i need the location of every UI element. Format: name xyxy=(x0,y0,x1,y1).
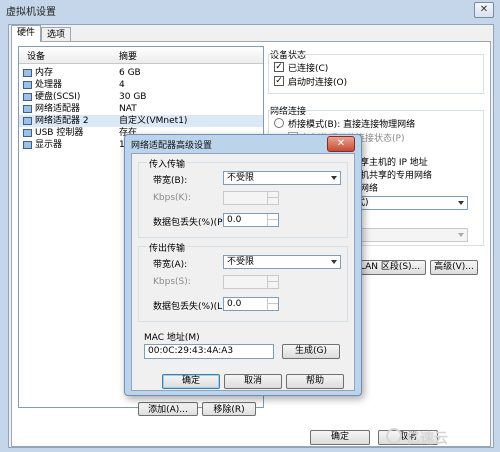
device-summary: 30 GB xyxy=(119,92,147,102)
mac-address-value: 00:0C:29:43:4A:A3 xyxy=(148,346,234,356)
outgoing-loss-spinner[interactable]: 0.0 xyxy=(223,297,279,311)
spinner-arrows-icon xyxy=(267,298,278,310)
incoming-loss-value: 0.0 xyxy=(227,215,242,225)
hard-disk-icon xyxy=(23,93,32,101)
dialog-help-button[interactable]: 帮助 xyxy=(286,374,344,389)
device-name: 处理器 xyxy=(35,80,63,90)
outgoing-loss-value: 0.0 xyxy=(227,299,242,309)
lan-segments-button[interactable]: LAN 区段(S)... xyxy=(354,260,426,275)
host-only-label: 机共享的专用网络 xyxy=(360,171,433,181)
chevron-down-icon xyxy=(331,260,337,264)
connect-at-power-on-checkbox[interactable]: ✓ xyxy=(274,76,284,86)
bridged-radio[interactable] xyxy=(274,118,284,128)
column-device[interactable]: 设备 xyxy=(27,49,45,62)
tab-hardware[interactable]: 硬件 xyxy=(11,25,42,42)
incoming-kbps-label: Kbps(K): xyxy=(153,193,191,203)
remove-device-button[interactable]: 移除(R) xyxy=(202,402,256,416)
dialog-title: 网络适配器高级设置 xyxy=(131,141,213,151)
window-title: 虚拟机设置 xyxy=(6,7,56,18)
close-icon[interactable]: ✕ xyxy=(327,136,355,152)
device-name: 网络适配器 xyxy=(35,104,81,114)
outgoing-kbps-label: Kbps(S): xyxy=(153,277,191,287)
network-adapter-icon xyxy=(23,105,32,113)
outgoing-loss-label: 数据包丢失(%)(L): xyxy=(153,302,229,312)
bridged-label: 桥接模式(B): 直接连接物理网络 xyxy=(288,120,416,130)
device-summary: NAT xyxy=(119,104,137,114)
chevron-down-icon xyxy=(458,233,464,237)
custom-label: 网络 xyxy=(360,184,379,194)
monitor-icon xyxy=(23,141,32,149)
device-summary: 6 GB xyxy=(119,68,141,78)
connected-label: 已连接(C) xyxy=(288,64,329,74)
incoming-bandwidth-value: 不受限 xyxy=(227,173,255,183)
outgoing-bandwidth-value: 不受限 xyxy=(227,257,255,267)
processor-icon xyxy=(23,81,32,89)
connected-checkbox[interactable]: ✓ xyxy=(274,62,284,72)
device-row-processor[interactable]: 处理器 4 xyxy=(19,79,263,91)
memory-icon xyxy=(23,69,32,77)
device-row-network-adapter-2[interactable]: 网络适配器 2 自定义(VMnet1) xyxy=(19,115,263,127)
watermark-logo-icon xyxy=(386,428,402,444)
spinner-arrows-icon xyxy=(267,192,278,204)
advanced-button[interactable]: 高级(V)... xyxy=(430,260,478,275)
nat-label: 享主机的 IP 地址 xyxy=(360,158,428,168)
device-row-network-adapter[interactable]: 网络适配器 NAT xyxy=(19,103,263,115)
incoming-group: 传入传输 带宽(B): 不受限 Kbps(K): 数据包丢失(%)(P) 0.0 xyxy=(138,157,348,238)
ok-button[interactable]: 确定 xyxy=(310,430,370,445)
network-adapter-icon xyxy=(23,117,32,125)
device-name: 显示器 xyxy=(35,140,63,150)
connect-at-power-on-label: 启动时连接(O) xyxy=(288,78,348,88)
chevron-down-icon xyxy=(458,201,464,205)
device-name: 网络适配器 2 xyxy=(35,116,89,126)
chevron-down-icon xyxy=(331,176,337,180)
dialog-ok-button[interactable]: 确定 xyxy=(162,374,220,389)
device-row-memory[interactable]: 内存 6 GB xyxy=(19,67,263,79)
tab-options[interactable]: 选项 xyxy=(41,27,72,42)
lan-segment-select[interactable] xyxy=(352,228,468,242)
list-header: 设备 摘要 xyxy=(19,47,263,64)
close-icon[interactable]: ✕ xyxy=(474,2,494,18)
advanced-network-dialog: 网络适配器高级设置 ✕ 传入传输 带宽(B): 不受限 Kbps(K): 数据包… xyxy=(124,134,362,396)
generate-mac-button[interactable]: 生成(G) xyxy=(282,344,340,359)
dialog-cancel-button[interactable]: 取消 xyxy=(224,374,282,389)
spinner-arrows-icon xyxy=(267,214,278,226)
device-name: 内存 xyxy=(35,68,54,78)
device-name: USB 控制器 xyxy=(35,128,84,138)
outgoing-bandwidth-label: 带宽(A): xyxy=(153,260,188,270)
column-summary[interactable]: 摘要 xyxy=(119,49,137,62)
outgoing-bandwidth-select[interactable]: 不受限 xyxy=(223,255,341,269)
incoming-kbps-spinner[interactable] xyxy=(223,191,279,205)
outgoing-group: 传出传输 带宽(A): 不受限 Kbps(S): 数据包丢失(%)(L): 0.… xyxy=(138,241,348,322)
custom-network-select[interactable]: 式) xyxy=(352,196,468,210)
device-summary: 4 xyxy=(119,80,125,90)
outgoing-kbps-spinner[interactable] xyxy=(223,275,279,289)
incoming-loss-spinner[interactable]: 0.0 xyxy=(223,213,279,227)
add-device-button[interactable]: 添加(A)... xyxy=(138,402,198,416)
device-row-disk[interactable]: 硬盘(SCSI) 30 GB xyxy=(19,91,263,103)
device-summary: 自定义(VMnet1) xyxy=(119,116,188,126)
incoming-bandwidth-select[interactable]: 不受限 xyxy=(223,171,341,185)
outgoing-title: 传出传输 xyxy=(147,241,188,254)
device-name: 硬盘(SCSI) xyxy=(35,92,81,102)
incoming-title: 传入传输 xyxy=(147,157,188,170)
mac-address-field[interactable]: 00:0C:29:43:4A:A3 xyxy=(144,344,274,359)
dialog-client: 传入传输 带宽(B): 不受限 Kbps(K): 数据包丢失(%)(P) 0.0… xyxy=(131,153,355,391)
incoming-loss-label: 数据包丢失(%)(P) xyxy=(153,218,227,228)
incoming-bandwidth-label: 带宽(B): xyxy=(153,176,188,186)
watermark-text: 亿速云 xyxy=(406,431,448,447)
device-status-group xyxy=(268,54,484,94)
usb-icon xyxy=(23,129,32,137)
spinner-arrows-icon xyxy=(267,276,278,288)
mac-address-label: MAC 地址(M) xyxy=(144,333,200,343)
